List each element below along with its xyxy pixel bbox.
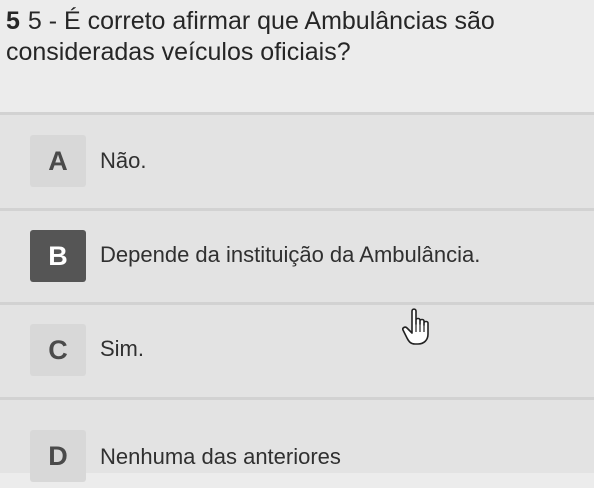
option-a[interactable]: A Não. xyxy=(0,117,594,203)
question-title: 55 - É correto afirmar que Ambulâncias s… xyxy=(6,6,586,68)
divider xyxy=(0,397,594,400)
option-d[interactable]: D Nenhuma das anteriores xyxy=(0,402,594,488)
divider xyxy=(0,302,594,305)
option-b-letter: B xyxy=(30,230,86,282)
option-b-text: Depende da instituição da Ambulância. xyxy=(100,242,481,267)
hand-pointer-icon xyxy=(402,308,429,345)
option-a-letter: A xyxy=(30,135,86,187)
option-d-letter: D xyxy=(30,430,86,482)
question-number: 5 xyxy=(6,7,20,35)
option-b[interactable]: B Depende da instituição da Ambulância. xyxy=(0,212,594,298)
question-text: 5 - É correto afirmar que Ambulâncias sã… xyxy=(6,7,495,66)
option-c-letter: C xyxy=(30,324,86,376)
option-d-text: Nenhuma das anteriores xyxy=(100,444,341,469)
option-a-text: Não. xyxy=(100,148,147,173)
divider xyxy=(0,208,594,211)
options-list: A Não. B Depende da instituição da Ambul… xyxy=(0,112,594,482)
divider xyxy=(0,112,594,115)
option-c[interactable]: C Sim. xyxy=(0,306,594,392)
option-c-text: Sim. xyxy=(100,336,144,361)
